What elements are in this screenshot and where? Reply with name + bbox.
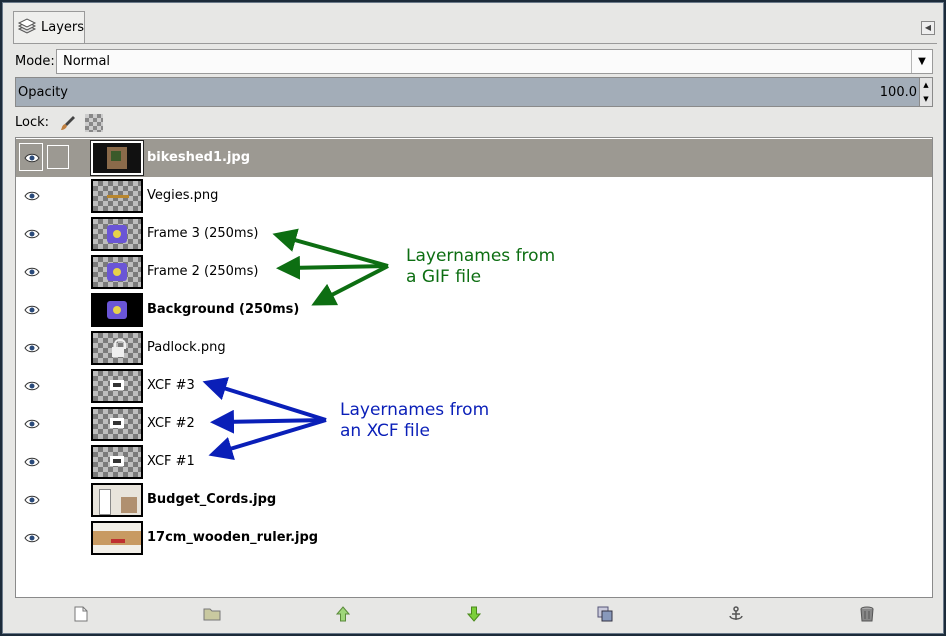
mode-value: Normal bbox=[63, 54, 111, 69]
layer-thumbnail[interactable] bbox=[90, 140, 144, 176]
annotation-xcf: Layernames from an XCF file bbox=[340, 400, 489, 442]
opacity-value: 100.0 bbox=[879, 84, 917, 100]
layer-name[interactable]: Budget_Cords.jpg bbox=[147, 481, 276, 519]
annotation-xcf-line1: Layernames from bbox=[340, 400, 490, 420]
layer-row[interactable]: XCF #1 bbox=[16, 443, 932, 481]
opacity-spinner[interactable]: ▲ ▼ bbox=[919, 78, 932, 106]
annotation-gif-line1: Layernames from bbox=[406, 246, 556, 266]
layer-thumbnail[interactable] bbox=[91, 483, 143, 517]
layers-icon bbox=[17, 17, 37, 39]
new-layer-group-icon[interactable] bbox=[203, 605, 221, 623]
duplicate-layer-icon[interactable] bbox=[596, 605, 614, 623]
annotation-gif: Layernames from a GIF file bbox=[406, 246, 555, 288]
chevron-down-icon[interactable]: ▼ bbox=[911, 50, 932, 73]
eye-icon[interactable] bbox=[24, 531, 40, 545]
layer-name[interactable]: Frame 3 (250ms) bbox=[147, 215, 258, 253]
layer-thumbnail[interactable] bbox=[91, 407, 143, 441]
layer-name[interactable]: Padlock.png bbox=[147, 329, 226, 367]
mode-label: Mode: bbox=[15, 54, 55, 69]
layer-row[interactable]: Background (250ms) bbox=[16, 291, 932, 329]
eye-icon[interactable] bbox=[24, 455, 40, 469]
layers-dialog: Layers ◀ Mode: Normal ▼ Opacity 100.0 ▲ … bbox=[2, 2, 944, 634]
opacity-slider[interactable]: Opacity 100.0 ▲ ▼ bbox=[15, 77, 933, 107]
layer-name[interactable]: Frame 2 (250ms) bbox=[147, 253, 258, 291]
lock-pixels-brush-icon[interactable] bbox=[59, 114, 77, 132]
layer-thumbnail[interactable] bbox=[91, 369, 143, 403]
tab-layers[interactable]: Layers bbox=[13, 11, 85, 43]
layer-row[interactable]: bikeshed1.jpg bbox=[16, 139, 932, 177]
layer-name[interactable]: XCF #2 bbox=[147, 405, 195, 443]
eye-icon[interactable] bbox=[24, 341, 40, 355]
layer-row[interactable]: Vegies.png bbox=[16, 177, 932, 215]
lock-label: Lock: bbox=[15, 115, 50, 130]
lock-alpha-icon[interactable] bbox=[85, 114, 103, 132]
lower-layer-icon[interactable] bbox=[465, 605, 483, 623]
new-layer-icon[interactable] bbox=[72, 605, 90, 623]
layer-row[interactable]: Padlock.png bbox=[16, 329, 932, 367]
layer-name[interactable]: bikeshed1.jpg bbox=[147, 139, 250, 177]
delete-layer-icon[interactable] bbox=[858, 605, 876, 623]
layer-thumbnail[interactable] bbox=[91, 179, 143, 213]
layer-thumbnail[interactable] bbox=[91, 331, 143, 365]
layer-row[interactable]: 17cm_wooden_ruler.jpg bbox=[16, 519, 932, 557]
mode-select[interactable]: Normal ▼ bbox=[56, 49, 933, 74]
eye-icon[interactable] bbox=[24, 303, 40, 317]
link-toggle[interactable] bbox=[47, 145, 69, 169]
eye-icon[interactable] bbox=[24, 379, 40, 393]
eye-icon[interactable] bbox=[24, 151, 40, 165]
annotation-gif-line2: a GIF file bbox=[406, 267, 482, 287]
eye-icon[interactable] bbox=[24, 265, 40, 279]
layer-row[interactable]: Budget_Cords.jpg bbox=[16, 481, 932, 519]
layer-name[interactable]: Background (250ms) bbox=[147, 291, 299, 329]
layer-name[interactable]: XCF #1 bbox=[147, 443, 195, 481]
layers-list: bikeshed1.jpg Vegies.png Frame 3 (250ms) Fr… bbox=[15, 137, 933, 598]
layer-thumbnail[interactable] bbox=[91, 293, 143, 327]
tab-menu-icon[interactable]: ◀ bbox=[921, 21, 935, 35]
layer-name[interactable]: Vegies.png bbox=[147, 177, 218, 215]
anchor-layer-icon[interactable] bbox=[727, 605, 745, 623]
tab-label: Layers bbox=[41, 20, 85, 35]
eye-icon[interactable] bbox=[24, 227, 40, 241]
eye-icon[interactable] bbox=[24, 189, 40, 203]
layer-name[interactable]: XCF #3 bbox=[147, 367, 195, 405]
layer-thumbnail[interactable] bbox=[91, 255, 143, 289]
tab-bar: Layers ◀ bbox=[13, 11, 937, 44]
opacity-label: Opacity bbox=[18, 84, 69, 100]
layer-thumbnail[interactable] bbox=[91, 445, 143, 479]
spin-down-icon[interactable]: ▼ bbox=[920, 92, 932, 106]
layer-thumbnail[interactable] bbox=[91, 217, 143, 251]
eye-icon[interactable] bbox=[24, 493, 40, 507]
layers-toolbar bbox=[15, 601, 933, 627]
annotation-xcf-line2: an XCF file bbox=[340, 421, 430, 441]
layer-thumbnail[interactable] bbox=[91, 521, 143, 555]
spin-up-icon[interactable]: ▲ bbox=[920, 78, 932, 92]
raise-layer-icon[interactable] bbox=[334, 605, 352, 623]
eye-icon[interactable] bbox=[24, 417, 40, 431]
layer-name[interactable]: 17cm_wooden_ruler.jpg bbox=[147, 519, 318, 557]
